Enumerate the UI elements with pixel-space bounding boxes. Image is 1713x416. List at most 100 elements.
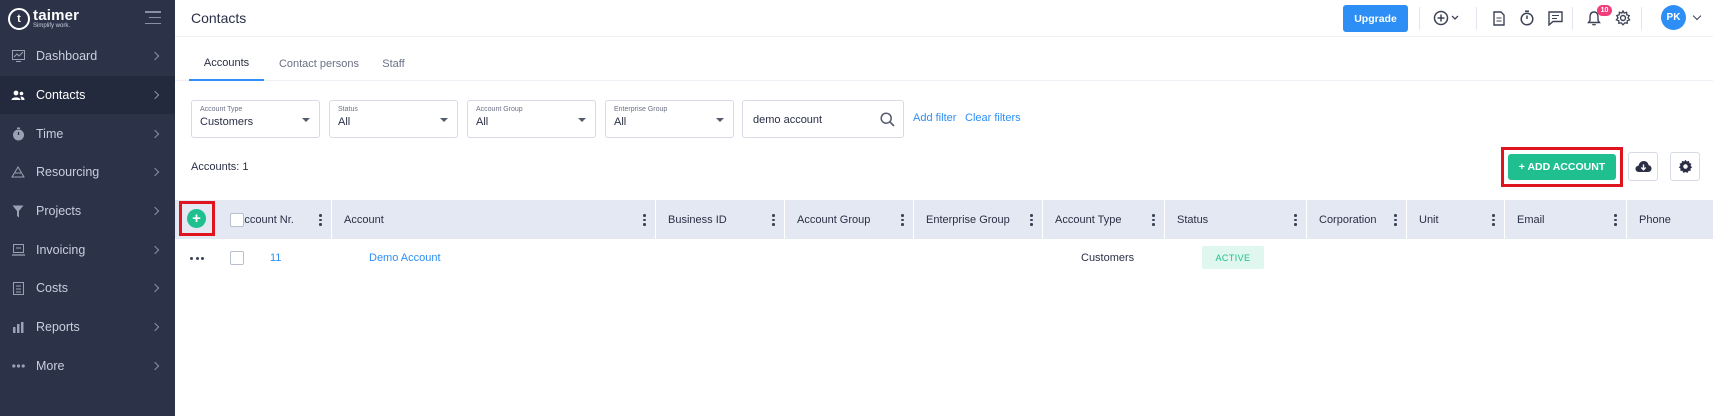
table-header: Account Nr. Account Business ID Account … [175, 200, 1713, 239]
sidebar: t taimer Simplify work. Dashboard Contac… [0, 0, 175, 416]
caret-down-icon [440, 118, 448, 122]
enterprise-group-filter[interactable]: Enterprise Group All [605, 100, 734, 138]
caret-down-icon [716, 118, 724, 122]
column-menu-icon[interactable] [319, 214, 322, 226]
status-filter[interactable]: Status All [329, 100, 458, 138]
resourcing-icon [11, 165, 25, 179]
chat-icon[interactable] [1546, 9, 1564, 27]
contacts-icon [11, 88, 25, 102]
add-filter-link[interactable]: Add filter [913, 112, 956, 124]
sidebar-item-time[interactable]: Time [0, 114, 175, 153]
chevron-right-icon [150, 129, 160, 138]
column-header-enterprise-group[interactable]: Enterprise Group [914, 200, 1043, 239]
column-header-business-id[interactable]: Business ID [656, 200, 785, 239]
add-new-dropdown[interactable] [1433, 9, 1463, 27]
logo[interactable]: t taimer Simplify work. [0, 0, 175, 37]
table-row[interactable]: 11 Demo Account Customers ACTIVE [175, 240, 1713, 276]
sidebar-item-label: Projects [36, 204, 82, 219]
sidebar-item-contacts[interactable]: Contacts [0, 75, 175, 115]
chevron-right-icon [150, 284, 160, 293]
column-header-account-type[interactable]: Account Type [1043, 200, 1165, 239]
logo-mark-icon: t [8, 7, 30, 30]
header-divider [1572, 7, 1573, 30]
search-input[interactable] [753, 112, 873, 128]
filter-value: All [338, 116, 351, 128]
sidebar-item-more[interactable]: More [0, 347, 175, 386]
reports-icon [11, 320, 25, 334]
account-nr-link[interactable]: 11 [270, 252, 281, 264]
account-group-filter[interactable]: Account Group All [467, 100, 596, 138]
column-menu-icon[interactable] [1030, 214, 1033, 226]
account-type-filter[interactable]: Account Type Customers [191, 100, 320, 138]
status-badge: ACTIVE [1202, 246, 1264, 269]
tab-accounts[interactable]: Accounts [189, 47, 264, 81]
timer-icon[interactable] [1518, 9, 1536, 27]
sidebar-item-dashboard[interactable]: Dashboard [0, 37, 175, 76]
more-icon [11, 359, 25, 373]
column-header-account[interactable]: Account [332, 200, 656, 239]
sidebar-item-label: Contacts [36, 88, 86, 103]
menu-toggle-icon[interactable] [145, 11, 161, 24]
document-icon[interactable] [1490, 9, 1508, 27]
column-menu-icon[interactable] [901, 214, 904, 226]
chevron-down-icon[interactable] [1692, 11, 1702, 21]
header-divider [1641, 7, 1642, 30]
tab-bar: Accounts Contact persons Staff [175, 47, 1713, 81]
column-header-unit[interactable]: Unit [1407, 200, 1505, 239]
logo-name: taimer [33, 7, 80, 24]
account-type-cell: Customers [1081, 252, 1135, 264]
costs-icon [11, 281, 25, 295]
add-account-button[interactable]: + ADD ACCOUNT [1508, 154, 1616, 180]
table-settings-button[interactable] [1670, 152, 1700, 181]
sidebar-item-resourcing[interactable]: Resourcing [0, 153, 175, 192]
add-row-button[interactable]: + [187, 209, 206, 228]
filter-label: Account Group [476, 106, 523, 113]
sidebar-item-label: Resourcing [36, 165, 100, 180]
column-header-phone[interactable]: Phone [1627, 200, 1713, 239]
projects-icon [11, 204, 25, 218]
account-name-link[interactable]: Demo Account [369, 252, 441, 264]
header-divider [1476, 7, 1477, 30]
sidebar-item-reports[interactable]: Reports [0, 308, 175, 347]
avatar[interactable]: PK [1661, 5, 1686, 30]
upgrade-button[interactable]: Upgrade [1343, 5, 1408, 32]
select-all-checkbox[interactable] [230, 213, 244, 227]
header-divider [1419, 7, 1420, 30]
sidebar-item-label: Dashboard [36, 49, 98, 64]
sidebar-item-projects[interactable]: Projects [0, 192, 175, 231]
column-menu-icon[interactable] [772, 214, 775, 226]
sidebar-item-label: Costs [36, 281, 68, 296]
sidebar-item-label: Reports [36, 320, 80, 335]
column-menu-icon[interactable] [643, 214, 646, 226]
column-menu-icon[interactable] [1614, 214, 1617, 226]
column-menu-icon[interactable] [1294, 214, 1297, 226]
dashboard-icon [11, 49, 25, 63]
sidebar-item-costs[interactable]: Costs [0, 269, 175, 308]
row-checkbox[interactable] [230, 251, 244, 265]
sidebar-item-label: Time [36, 126, 64, 141]
accounts-count: Accounts: 1 [191, 161, 249, 173]
column-menu-icon[interactable] [1492, 214, 1495, 226]
add-account-highlight: + ADD ACCOUNT [1501, 147, 1623, 187]
column-menu-icon[interactable] [1394, 214, 1397, 226]
column-menu-icon[interactable] [1152, 214, 1155, 226]
chevron-right-icon [150, 168, 160, 177]
column-header-account-group[interactable]: Account Group [785, 200, 914, 239]
tab-contact-persons[interactable]: Contact persons [274, 47, 364, 81]
chevron-right-icon [150, 245, 160, 255]
caret-down-icon [302, 118, 310, 122]
row-actions-icon[interactable] [190, 257, 204, 260]
top-header: Contacts Upgrade 10 PK [175, 0, 1713, 37]
column-header-corporation[interactable]: Corporation [1307, 200, 1407, 239]
invoicing-icon [11, 243, 25, 257]
clear-filters-link[interactable]: Clear filters [965, 112, 1021, 124]
column-header-email[interactable]: Email [1505, 200, 1627, 239]
search-icon[interactable] [880, 112, 895, 127]
column-header-status[interactable]: Status [1165, 200, 1307, 239]
cloud-download-button[interactable] [1628, 152, 1658, 181]
chevron-right-icon [150, 206, 160, 216]
chevron-right-icon [150, 322, 160, 332]
tab-staff[interactable]: Staff [371, 47, 416, 81]
sidebar-item-invoicing[interactable]: Invoicing [0, 230, 175, 269]
gear-icon[interactable] [1614, 9, 1632, 27]
